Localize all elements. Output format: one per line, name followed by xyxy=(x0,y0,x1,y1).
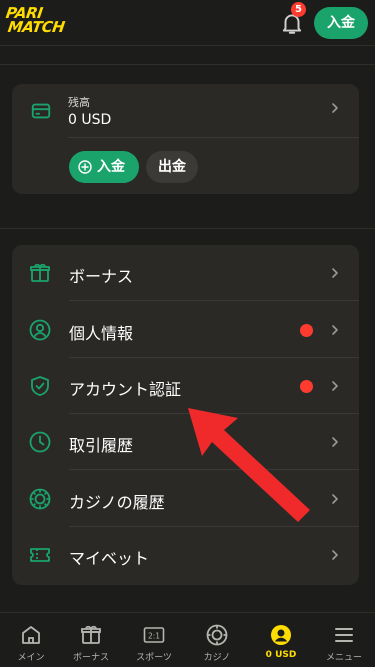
nav-casino[interactable]: カジノ xyxy=(186,613,248,667)
menu-item-label: マイベット xyxy=(69,549,150,568)
menu-item-label: ボーナス xyxy=(69,267,134,286)
top-header: PARI MATCH 5 入金 xyxy=(0,0,375,46)
balance-label: 残高 xyxy=(68,96,90,109)
chevron-right-icon xyxy=(332,494,338,504)
menu-icon xyxy=(335,628,353,642)
nav-label: ボーナス xyxy=(72,653,109,663)
nav-label: 0 USD xyxy=(265,650,297,660)
menu-separator xyxy=(69,300,359,301)
gift-icon xyxy=(81,625,101,644)
alert-dot xyxy=(300,324,313,337)
balance-card[interactable]: 残高 0 USD 入金 出金 xyxy=(12,84,359,194)
balance-value: 0 USD xyxy=(68,112,112,128)
parimatch-logo[interactable]: PARI MATCH xyxy=(5,4,92,38)
nav-label: メイン xyxy=(17,653,45,663)
deposit-button-label: 入金 xyxy=(97,159,125,175)
plus-circle-icon xyxy=(78,160,92,174)
card-separator xyxy=(68,137,359,138)
menu-item-label: 個人情報 xyxy=(69,324,134,343)
divider xyxy=(0,228,375,229)
chevron-right-icon xyxy=(332,550,338,560)
notification-badge: 5 xyxy=(291,2,306,17)
nav-sports[interactable]: 2:1 スポーツ xyxy=(123,613,185,667)
deposit-button[interactable]: 入金 xyxy=(69,151,139,183)
user-circle-icon xyxy=(29,319,51,341)
chevron-right-icon xyxy=(332,103,338,113)
logo-line2: MATCH xyxy=(6,18,66,36)
nav-main[interactable]: メイン xyxy=(0,613,62,667)
svg-text:2:1: 2:1 xyxy=(148,632,160,641)
menu-item-label: カジノの履歴 xyxy=(69,493,165,512)
casino-chip-icon xyxy=(206,624,228,646)
chevron-right-icon xyxy=(332,268,338,278)
annotation-arrow-icon xyxy=(188,408,310,522)
withdraw-button[interactable]: 出金 xyxy=(146,151,198,183)
ticket-icon xyxy=(30,548,50,562)
chevron-right-icon xyxy=(332,437,338,447)
header-deposit-button[interactable]: 入金 xyxy=(314,7,368,39)
chevron-right-icon xyxy=(332,325,338,335)
nav-label: スポーツ xyxy=(136,653,172,663)
nav-bonus[interactable]: ボーナス xyxy=(60,613,122,667)
nav-label: カジノ xyxy=(203,653,231,663)
menu-item-label: 取引履歴 xyxy=(69,436,134,455)
nav-account[interactable]: 0 USD xyxy=(250,613,312,667)
alert-dot xyxy=(300,380,313,393)
menu-item-personal-info[interactable]: 個人情報 xyxy=(12,302,359,358)
gift-icon xyxy=(30,263,50,282)
account-icon xyxy=(271,625,291,645)
divider xyxy=(0,64,375,65)
casino-chip-icon xyxy=(29,488,51,510)
nav-label: メニュー xyxy=(325,653,362,663)
nav-menu[interactable]: メニュー xyxy=(313,613,375,667)
menu-item-label: アカウント認証 xyxy=(69,380,182,399)
home-icon xyxy=(22,626,40,644)
bottom-navigation: メイン ボーナス 2:1 スポーツ カジノ 0 USD メニュー xyxy=(0,612,375,667)
chevron-right-icon xyxy=(332,381,338,391)
wallet-icon xyxy=(31,103,51,119)
clock-icon xyxy=(29,431,51,453)
menu-item-bonus[interactable]: ボーナス xyxy=(12,245,359,301)
scoreboard-icon: 2:1 xyxy=(143,627,165,643)
menu-item-my-bets[interactable]: マイベット xyxy=(12,527,359,583)
shield-check-icon xyxy=(31,376,49,396)
